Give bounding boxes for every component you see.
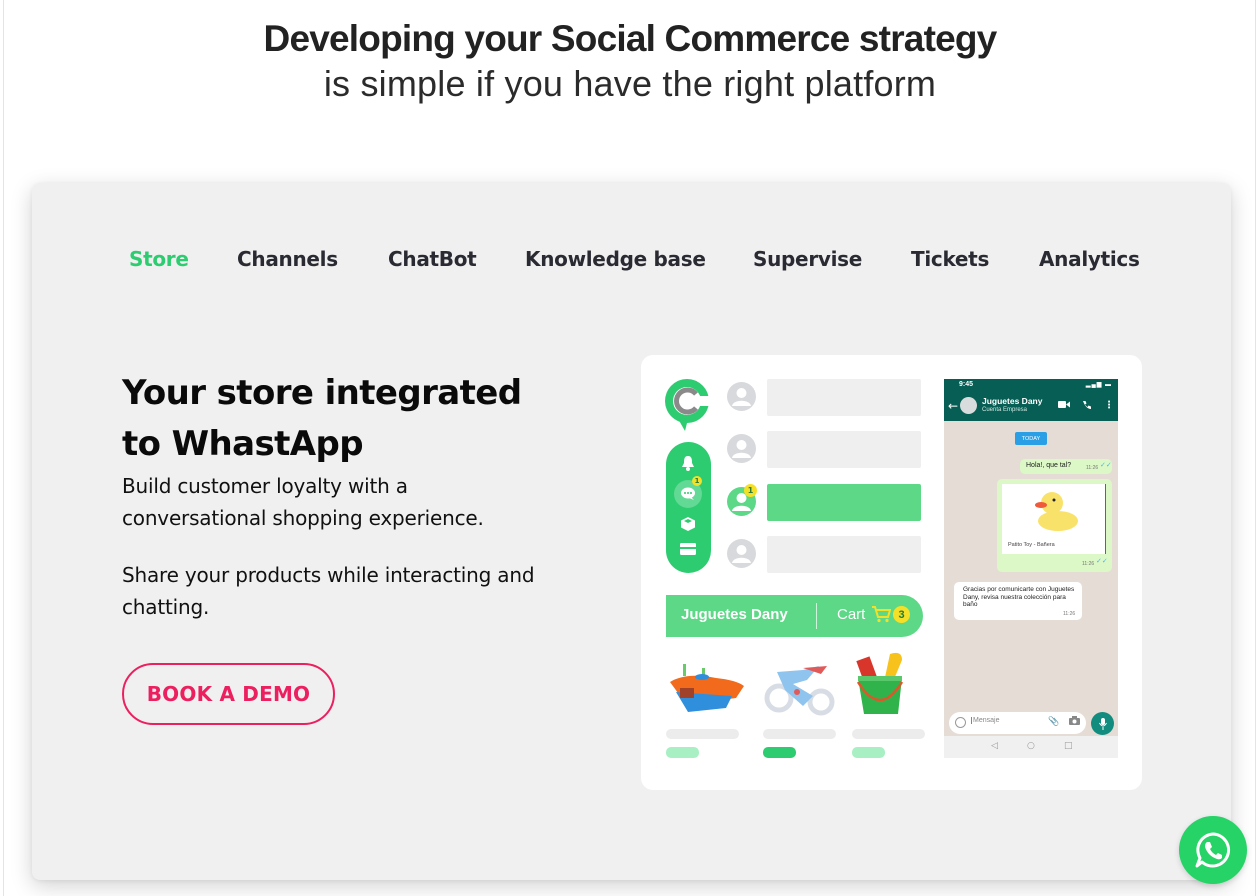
tab-analytics[interactable]: Analytics <box>1039 247 1140 271</box>
camera-icon[interactable] <box>1069 716 1080 728</box>
signal-battery-icon: ▂▄▆ ▬ <box>1085 382 1112 388</box>
contact-avatar <box>960 397 977 414</box>
tab-chatbot[interactable]: ChatBot <box>388 247 477 271</box>
toy-boat-image <box>666 650 746 722</box>
hero-title: Developing your Social Commerce strategy <box>263 18 998 59</box>
microphone-button[interactable] <box>1091 712 1114 735</box>
product-image-card: Patito Toy - Bañera <box>1002 484 1106 554</box>
message-text: Gracias por comunicarte con Juguetes Dan… <box>963 586 1075 608</box>
brand-logo-icon <box>663 377 711 433</box>
microphone-icon <box>1098 717 1107 730</box>
product-name-placeholder <box>763 729 836 739</box>
emoji-icon[interactable] <box>955 717 966 728</box>
tab-tickets[interactable]: Tickets <box>911 247 989 271</box>
back-arrow-icon[interactable]: ← <box>948 399 958 413</box>
product-price-placeholder <box>763 747 796 758</box>
rubber-duck-image <box>1035 492 1078 531</box>
phone-status-bar: 9:45 ▂▄▆ ▬ <box>944 379 1118 392</box>
message-incoming: Gracias por comunicarte con Juguetes Dan… <box>954 582 1082 620</box>
product-card[interactable] <box>763 650 843 758</box>
message-placeholder: Mensaje <box>971 717 1000 724</box>
avatar-icon <box>727 539 756 568</box>
conversation-item-active[interactable]: 1 <box>727 484 923 522</box>
hero-header: Developing your Social Commerce strategy… <box>0 16 1260 106</box>
whatsapp-chat-button[interactable] <box>1179 816 1247 884</box>
nav-home-icon[interactable]: ○ <box>1027 741 1035 751</box>
tab-channels[interactable]: Channels <box>237 247 338 271</box>
nav-recents-icon[interactable]: □ <box>1064 741 1073 751</box>
feature-paragraph-2: Share your products while interacting an… <box>122 563 535 619</box>
product-name-placeholder <box>666 729 739 739</box>
divider <box>816 603 817 629</box>
read-receipt-icon: ✓✓ <box>1100 462 1112 469</box>
avatar-icon <box>727 434 756 463</box>
tab-supervise[interactable]: Supervise <box>753 247 862 271</box>
contact-subtitle: Cuenta Empresa <box>982 407 1028 413</box>
conversation-item[interactable] <box>727 379 923 417</box>
product-name-placeholder <box>852 729 925 739</box>
cart-count-badge: 3 <box>893 606 910 623</box>
phone-call-icon[interactable] <box>1082 400 1092 413</box>
box-icon[interactable] <box>677 513 699 535</box>
message-time: 11:26 <box>1086 465 1099 471</box>
whatsapp-icon <box>1195 832 1231 868</box>
app-sidebar: 1 <box>666 442 711 573</box>
conversation-badge: 1 <box>744 484 757 497</box>
chat-icon[interactable]: 1 <box>674 476 702 508</box>
product-price-placeholder <box>666 747 699 758</box>
bell-icon[interactable] <box>677 452 699 474</box>
toy-beach-bucket-image <box>852 650 932 722</box>
message-input[interactable]: Mensaje 📎 <box>949 712 1086 734</box>
product-card[interactable] <box>666 650 746 758</box>
message-text: Hola!, que tal? <box>1026 462 1072 469</box>
toy-motorbike-image <box>763 650 843 722</box>
nav-back-icon[interactable]: ◁ <box>991 741 998 751</box>
avatar-icon <box>727 382 756 411</box>
phone-time: 9:45 <box>959 381 974 388</box>
attach-icon[interactable]: 📎 <box>1048 717 1059 727</box>
feature-tabs: Store Channels ChatBot Knowledge base Su… <box>32 247 1231 279</box>
conversation-preview <box>767 536 921 573</box>
android-nav-bar: ◁ ○ □ <box>944 736 1118 758</box>
message-outgoing-image: Patito Toy - Bañera 11:26 ✓✓ <box>997 479 1112 572</box>
cart-label[interactable]: Cart <box>837 606 865 623</box>
message-outgoing: Hola!, que tal? 11:26 ✓✓ <box>1020 459 1112 474</box>
feature-paragraph-1: Build customer loyalty with a conversati… <box>122 474 484 530</box>
product-card[interactable] <box>852 650 932 758</box>
more-options-icon[interactable]: ⋮ <box>1104 400 1114 411</box>
tab-store[interactable]: Store <box>129 247 189 271</box>
tab-knowledge-base[interactable]: Knowledge base <box>525 247 706 271</box>
hero-subtitle: is simple if you have the right platform <box>323 63 937 104</box>
feature-copy: Your store integrated to WhastApp Build … <box>122 368 552 623</box>
chat-header: ← Juguetes Dany Cuenta Empresa ⋮ <box>944 392 1118 421</box>
chat-badge: 1 <box>692 476 702 486</box>
contact-name: Juguetes Dany <box>982 396 1043 406</box>
whatsapp-phone-mockup: 9:45 ▂▄▆ ▬ ← Juguetes Dany Cuenta Empres… <box>944 379 1118 758</box>
product-caption: Patito Toy - Bañera <box>1008 542 1055 548</box>
date-chip: TODAY <box>1015 432 1047 445</box>
cart-icon[interactable] <box>871 605 892 627</box>
card-icon[interactable] <box>677 538 699 560</box>
page-edge-right <box>1255 0 1256 896</box>
conversation-item[interactable] <box>727 536 923 574</box>
video-call-icon[interactable] <box>1058 400 1070 412</box>
conversation-preview <box>767 431 921 468</box>
read-receipt-icon: ✓✓ <box>1096 558 1108 565</box>
message-time: 11:26 <box>1063 611 1076 617</box>
store-bar: Juguetes Dany Cart 3 <box>666 595 923 637</box>
store-name: Juguetes Dany <box>681 606 788 623</box>
product-price-placeholder <box>852 747 885 758</box>
page-edge-left <box>3 0 4 896</box>
book-demo-button[interactable]: BOOK A DEMO <box>122 663 335 725</box>
feature-heading: Your store integrated to WhastApp <box>122 373 522 464</box>
feature-card: Store Channels ChatBot Knowledge base Su… <box>32 183 1231 880</box>
conversation-preview <box>767 484 921 521</box>
message-time: 11:26 <box>1082 561 1095 567</box>
conversation-preview <box>767 379 921 416</box>
store-mockup: 1 1 Juguetes Dany Cart 3 9:45 ▂▄▆ ▬ ← Ju… <box>641 355 1142 790</box>
conversation-item[interactable] <box>727 431 923 469</box>
